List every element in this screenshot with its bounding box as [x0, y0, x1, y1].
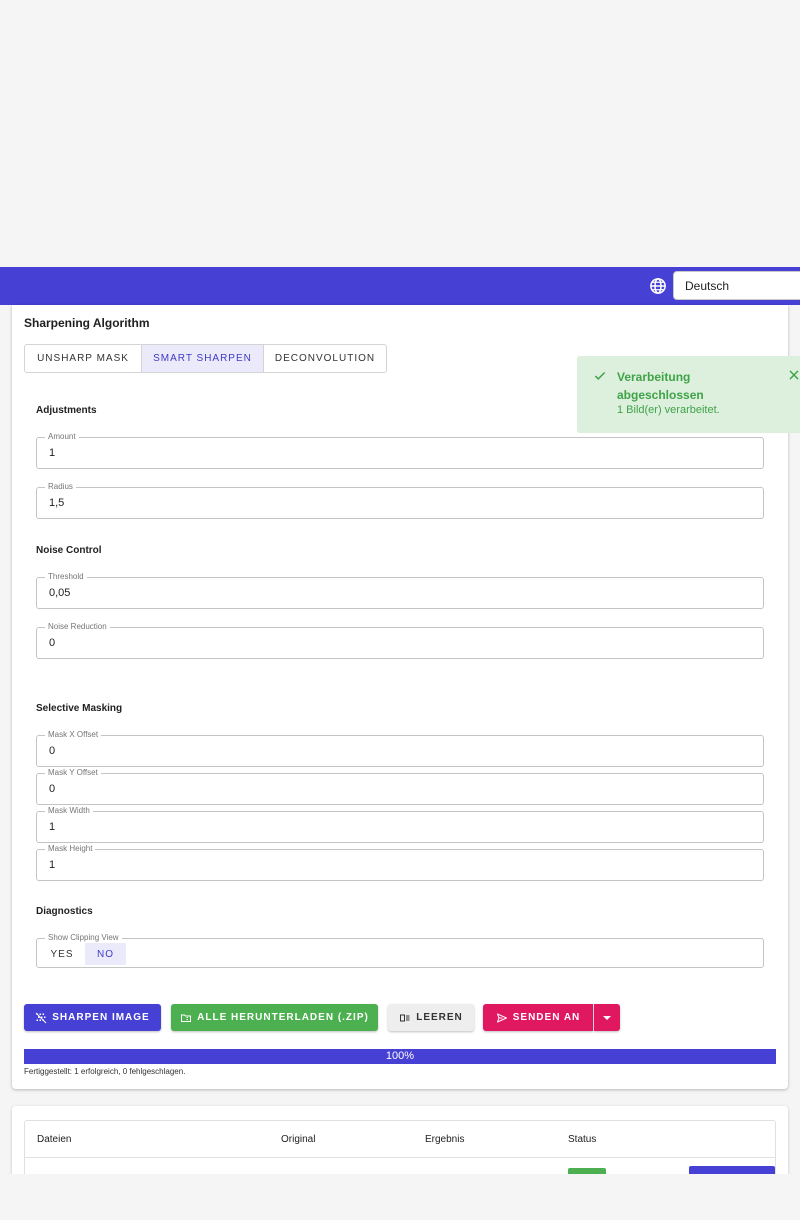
diagnostics-heading: Diagnostics [36, 906, 93, 917]
download-all-zip-label: ALLE HERUNTERLADEN (.ZIP) [197, 1012, 369, 1023]
column-header-original[interactable]: Original [281, 1134, 315, 1145]
close-icon[interactable] [787, 368, 800, 382]
selective-masking-heading: Selective Masking [36, 703, 123, 714]
sharpen-image-label: SHARPEN IMAGE [52, 1012, 150, 1023]
clear-list-icon [400, 1014, 410, 1021]
mask-y-offset-value: 0 [49, 783, 56, 795]
mask-x-offset-field[interactable]: Mask X Offset 0 [36, 729, 764, 767]
algorithm-unsharp-mask[interactable]: UNSHARP MASK [25, 345, 142, 372]
amount-label: Amount [45, 431, 79, 443]
radius-label: Radius [45, 481, 76, 493]
mask-x-offset-label: Mask X Offset [45, 729, 102, 741]
noise-reduction-field[interactable]: Noise Reduction 0 [36, 621, 764, 659]
clipping-view-toggle: Show Clipping View YES NO [36, 932, 764, 968]
sharpen-icon [35, 1012, 47, 1023]
send-to-dropdown-button[interactable] [594, 1004, 620, 1031]
noise-control-heading: Noise Control [36, 545, 102, 556]
amount-field[interactable]: Amount 1 [36, 431, 764, 469]
send-to-label: SENDEN AN [512, 1012, 581, 1023]
mask-y-offset-field[interactable]: Mask Y Offset 0 [36, 767, 764, 805]
column-header-files[interactable]: Dateien [37, 1134, 71, 1145]
table-header-divider [25, 1157, 775, 1158]
mask-height-label: Mask Height [45, 843, 96, 855]
sharpening-algorithm-title: Sharpening Algorithm [24, 316, 150, 330]
noise-reduction-value: 0 [49, 637, 56, 649]
toast-message: 1 Bild(er) verarbeitet. [617, 404, 720, 416]
mask-height-field[interactable]: Mask Height 1 [36, 843, 764, 881]
amount-value: 1 [49, 447, 56, 459]
send-to-button[interactable]: SENDEN AN [483, 1004, 593, 1031]
sharpen-image-button[interactable]: SHARPEN IMAGE [24, 1004, 161, 1031]
column-header-status[interactable]: Status [568, 1134, 596, 1145]
algorithm-smart-sharpen[interactable]: SMART SHARPEN [142, 345, 264, 372]
threshold-value: 0,05 [49, 587, 71, 599]
noise-reduction-label: Noise Reduction [45, 621, 110, 633]
algorithm-toggle-group: UNSHARP MASK SMART SHARPEN DECONVOLUTION [24, 344, 387, 373]
toast-title: Verarbeitung abgeschlossen [617, 370, 704, 402]
mask-x-offset-value: 0 [49, 745, 56, 757]
clear-label: LEEREN [416, 1012, 463, 1023]
clear-button[interactable]: LEEREN [388, 1004, 474, 1031]
clipping-no-option[interactable]: NO [85, 943, 126, 965]
progress-status-text: Fertiggestellt: 1 erfolgreich, 0 fehlges… [24, 1067, 186, 1076]
mask-width-value: 1 [49, 821, 56, 833]
clipping-yes-option[interactable]: YES [41, 943, 83, 965]
download-all-zip-button[interactable]: ALLE HERUNTERLADEN (.ZIP) [171, 1004, 378, 1031]
check-icon [594, 371, 606, 380]
mask-width-label: Mask Width [45, 805, 93, 817]
radius-value: 1,5 [49, 497, 65, 509]
threshold-label: Threshold [45, 571, 87, 583]
caret-down-icon [603, 1015, 611, 1020]
column-header-result[interactable]: Ergebnis [425, 1134, 464, 1145]
folder-zip-icon [181, 1014, 192, 1022]
adjustments-heading: Adjustments [36, 405, 97, 416]
algorithm-deconvolution[interactable]: DECONVOLUTION [264, 345, 386, 372]
success-toast: Verarbeitung abgeschlossen 1 Bild(er) ve… [577, 356, 800, 433]
mask-y-offset-label: Mask Y Offset [45, 767, 101, 779]
results-table [24, 1120, 776, 1180]
language-select[interactable]: Deutsch [673, 271, 800, 300]
page-bottom-background [0, 1174, 800, 1220]
mask-height-value: 1 [49, 859, 56, 871]
progress-bar: 100% [24, 1049, 776, 1064]
send-icon [496, 1013, 507, 1022]
threshold-field[interactable]: Threshold 0,05 [36, 571, 764, 609]
progress-label: 100% [385, 1050, 415, 1062]
radius-field[interactable]: Radius 1,5 [36, 481, 764, 519]
mask-width-field[interactable]: Mask Width 1 [36, 805, 764, 843]
globe-icon[interactable] [649, 277, 667, 295]
